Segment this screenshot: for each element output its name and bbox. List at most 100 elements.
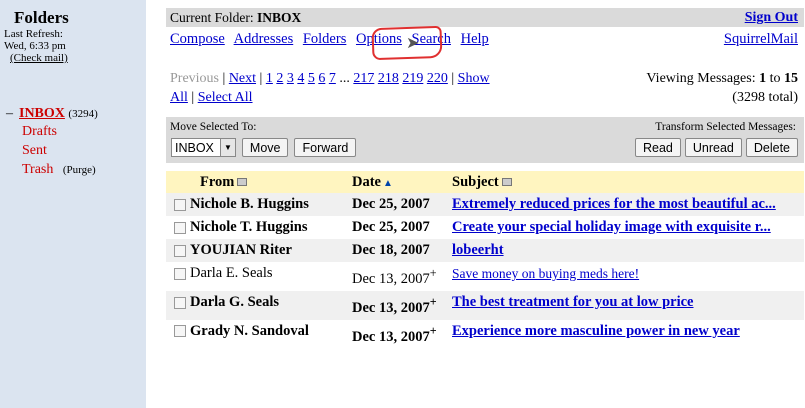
subject-header[interactable]: Subject [452, 171, 804, 193]
current-folder: Current Folder: INBOX [170, 10, 301, 26]
addresses-link[interactable]: Addresses [234, 31, 294, 47]
purge-link[interactable]: (Purge) [63, 164, 96, 176]
row-date: Dec 13, 2007 [352, 299, 430, 316]
page-link-1[interactable]: 1 [266, 71, 273, 86]
show-all-link[interactable]: All [170, 90, 188, 105]
page-link-220[interactable]: 220 [427, 71, 448, 86]
sort-icon[interactable] [501, 178, 512, 187]
row-from: Nichole B. Huggins [190, 196, 309, 212]
from-header[interactable]: From [166, 171, 352, 193]
page-link-6[interactable]: 6 [318, 71, 325, 86]
inbox-count: (3294) [68, 108, 98, 120]
sidebar-item-inbox[interactable]: – INBOX (3294) [6, 106, 98, 122]
viewing-total: (3298 total) [732, 90, 798, 105]
next-link[interactable]: Next [229, 71, 256, 86]
row-date: Dec 18, 2007 [352, 239, 452, 262]
page-link-4[interactable]: 4 [297, 71, 304, 86]
frame-divider [146, 0, 166, 408]
row-subject-link[interactable]: lobeerht [452, 242, 504, 258]
row-plus: + [429, 294, 437, 309]
page-link-5[interactable]: 5 [308, 71, 315, 86]
compose-link[interactable]: Compose [170, 31, 225, 47]
sort-icon[interactable] [237, 178, 248, 187]
table-row[interactable]: Nichole T. Huggins Dec 25, 2007 Create y… [166, 216, 804, 239]
mouse-pointer-icon: ➤ [406, 35, 420, 52]
delete-button[interactable]: Delete [745, 138, 798, 157]
message-list-pane: Current Folder: INBOX Sign Out Compose A… [166, 8, 804, 408]
current-folder-name: INBOX [257, 9, 302, 25]
read-button[interactable]: Read [634, 138, 681, 157]
row-checkbox[interactable] [174, 267, 186, 280]
date-header[interactable]: Date ▲ [352, 171, 452, 193]
sidebar-item-trash[interactable]: Trash (Purge) [22, 162, 96, 178]
page-link-3[interactable]: 3 [287, 71, 294, 86]
from-header-label: From [200, 173, 235, 190]
move-selected-label: Move Selected To: [170, 121, 257, 133]
folder-name[interactable]: Sent [22, 143, 47, 158]
row-subject-link[interactable]: The best treatment for you at low price [452, 294, 694, 310]
folders-link[interactable]: Folders [303, 31, 347, 47]
move-transform-bar: Move Selected To: Transform Selected Mes… [166, 117, 804, 163]
table-row[interactable]: Nichole B. Huggins Dec 25, 2007 Extremel… [166, 193, 804, 216]
folder-name[interactable]: Trash [22, 162, 53, 177]
page-ellipsis: ... [339, 71, 350, 86]
date-header-label: Date [352, 173, 381, 190]
row-checkbox[interactable] [174, 221, 186, 234]
current-folder-label: Current Folder: [170, 9, 254, 25]
select-all-link[interactable]: Select All [198, 90, 253, 105]
row-checkbox[interactable] [174, 296, 186, 309]
sign-out-link[interactable]: Sign Out [745, 10, 798, 26]
show-link[interactable]: Show [458, 71, 490, 86]
folder-sidebar: Folders Last Refresh: Wed, 6:33 pm (Chec… [0, 0, 146, 408]
viewing-label: Viewing Messages: [646, 71, 756, 86]
sort-ascending-icon[interactable]: ▲ [383, 178, 393, 189]
row-date: Dec 13, 2007 [352, 270, 430, 287]
row-from: Darla E. Seals [190, 265, 273, 281]
row-subject-link[interactable]: Create your special holiday image with e… [452, 219, 771, 235]
row-from: YOUJIAN Riter [190, 242, 292, 258]
pagination: Previous | Next | 1 2 3 4 5 6 7 ... 217 … [170, 69, 798, 107]
row-subject-link[interactable]: Experience more masculine power in new y… [452, 323, 740, 339]
page-link-2[interactable]: 2 [276, 71, 283, 86]
move-folder-select[interactable]: INBOX ▼ [171, 138, 236, 157]
table-row[interactable]: YOUJIAN Riter Dec 18, 2007 lobeerht [166, 239, 804, 262]
viewing-to-label: to [769, 71, 781, 86]
current-folder-bar: Current Folder: INBOX Sign Out [166, 8, 804, 27]
row-from: Darla G. Seals [190, 293, 280, 310]
unread-button[interactable]: Unread [684, 138, 742, 157]
page-link-218[interactable]: 218 [378, 71, 399, 86]
squirrelmail-link[interactable]: SquirrelMail [724, 31, 798, 53]
folder-name[interactable]: INBOX [19, 106, 65, 121]
check-mail-link[interactable]: (Check mail) [10, 52, 68, 64]
forward-button[interactable]: Forward [294, 138, 357, 157]
row-checkbox[interactable] [174, 325, 186, 338]
page-link-219[interactable]: 219 [402, 71, 423, 86]
sidebar-item-drafts[interactable]: Drafts [22, 124, 57, 140]
viewing-from: 1 [759, 71, 767, 86]
row-subject-link[interactable]: Save money on buying meds here! [452, 266, 639, 281]
viewing-messages: Viewing Messages: 1 to 15 (3298 total) [646, 69, 798, 107]
nav-bar: Compose Addresses Folders Options Search… [166, 25, 804, 61]
row-checkbox[interactable] [174, 198, 186, 211]
table-row[interactable]: Darla E. Seals Dec 13, 2007+ Save money … [166, 262, 804, 291]
page-link-7[interactable]: 7 [329, 71, 336, 86]
row-checkbox[interactable] [174, 244, 186, 257]
row-plus: + [429, 266, 437, 280]
row-from: Nichole T. Huggins [190, 219, 308, 235]
row-from: Grady N. Sandoval [190, 322, 309, 339]
last-refresh-time: Wed, 6:33 pm [4, 40, 66, 52]
page-link-217[interactable]: 217 [353, 71, 374, 86]
row-date: Dec 13, 2007 [352, 328, 430, 345]
table-row[interactable]: Darla G. Seals Dec 13, 2007+ The best tr… [166, 290, 804, 320]
folder-name[interactable]: Drafts [22, 124, 57, 139]
table-row[interactable]: Grady N. Sandoval Dec 13, 2007+ Experien… [166, 320, 804, 349]
help-link[interactable]: Help [461, 31, 489, 47]
move-button[interactable]: Move [241, 138, 289, 157]
options-link[interactable]: Options [356, 31, 402, 47]
sidebar-item-sent[interactable]: Sent [22, 143, 47, 159]
subject-header-label: Subject [452, 173, 499, 190]
sidebar-title: Folders [14, 8, 69, 27]
row-subject-link[interactable]: Extremely reduced prices for the most be… [452, 196, 776, 212]
last-refresh-label: Last Refresh: [4, 28, 63, 40]
dropdown-arrow-icon[interactable]: ▼ [219, 139, 235, 156]
